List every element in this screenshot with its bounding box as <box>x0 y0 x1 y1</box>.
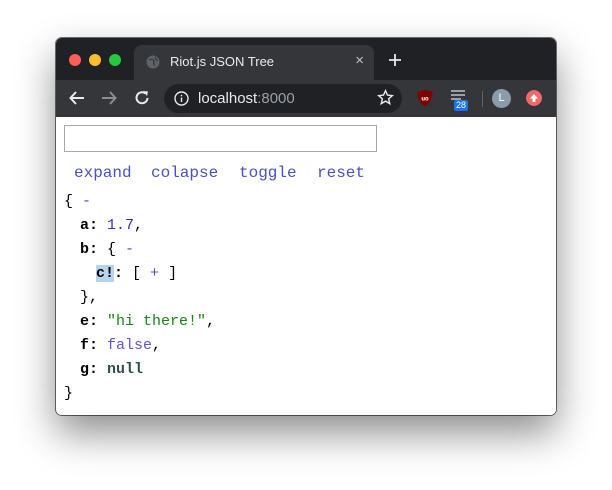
ublock-origin-icon[interactable]: uo <box>417 89 433 107</box>
key-c[interactable]: c! <box>96 265 115 282</box>
url-port: :8000 <box>257 90 295 107</box>
reset-link[interactable]: reset <box>317 164 365 182</box>
profile-avatar[interactable]: L <box>492 89 511 108</box>
tree-root-open: { - <box>64 192 91 212</box>
feed-count-badge: 28 <box>454 100 469 111</box>
browser-window: Riot.js JSON Tree × localhost:8000 uo 28… <box>56 38 556 415</box>
back-icon[interactable] <box>68 89 86 107</box>
browser-toolbar: localhost:8000 uo 28 L <box>56 80 556 117</box>
expand-link[interactable]: expand <box>74 164 132 182</box>
collapse-b-toggle[interactable]: - <box>125 241 134 258</box>
tab-riot-json-tree[interactable]: Riot.js JSON Tree × <box>134 45 374 80</box>
toolbar-divider <box>482 91 483 107</box>
expand-c-toggle[interactable]: + <box>150 265 159 282</box>
key-e: e <box>80 313 90 330</box>
tree-entry-f: f: false, <box>80 337 162 354</box>
tree-entry-e: e: "hi there!", <box>80 313 216 330</box>
key-b: b <box>80 241 90 258</box>
close-window-button[interactable] <box>69 54 81 66</box>
tree-entry-a: a: 1.7, <box>80 217 144 234</box>
url-text: localhost:8000 <box>198 90 295 107</box>
tree-entry-g: g: null <box>80 361 144 378</box>
minimize-window-button[interactable] <box>89 54 101 66</box>
tab-title: Riot.js JSON Tree <box>170 54 275 69</box>
reload-icon[interactable] <box>133 89 151 107</box>
maximize-window-button[interactable] <box>109 54 121 66</box>
svg-text:uo: uo <box>421 97 429 103</box>
value-g: null <box>107 361 144 378</box>
info-icon[interactable] <box>174 91 189 106</box>
forward-icon[interactable] <box>100 89 118 107</box>
close-brace-root: } <box>64 385 74 402</box>
value-a: 1.7 <box>107 217 135 234</box>
key-f: f <box>80 337 90 354</box>
address-bar[interactable]: localhost:8000 <box>164 84 402 113</box>
value-e: "hi there!" <box>107 313 207 330</box>
tree-entry-c: c!: [ + ] <box>96 265 178 282</box>
tab-bar: Riot.js JSON Tree × <box>56 38 556 80</box>
close-tab-icon[interactable]: × <box>355 53 364 69</box>
tree-entry-b: b: { - <box>80 241 135 258</box>
tree-b-close: }, <box>80 289 99 306</box>
toggle-link[interactable]: toggle <box>239 164 297 182</box>
bookmark-star-icon[interactable] <box>377 89 394 106</box>
filter-input[interactable] <box>64 125 377 152</box>
close-brace-b: } <box>80 289 90 306</box>
key-g: g <box>80 361 90 378</box>
url-host: localhost <box>198 90 258 107</box>
tree-root-close: } <box>64 384 73 404</box>
new-tab-icon[interactable] <box>386 51 404 69</box>
key-a: a <box>80 217 90 234</box>
upload-extension-icon[interactable] <box>526 90 542 106</box>
page-content: expand colapse toggle reset { - a: 1.7, … <box>56 117 556 415</box>
collapse-link[interactable]: colapse <box>151 164 218 182</box>
value-f: false <box>107 337 153 354</box>
open-brace: { <box>64 193 74 210</box>
globe-icon <box>146 55 160 69</box>
collapse-root-toggle[interactable]: - <box>82 193 91 210</box>
